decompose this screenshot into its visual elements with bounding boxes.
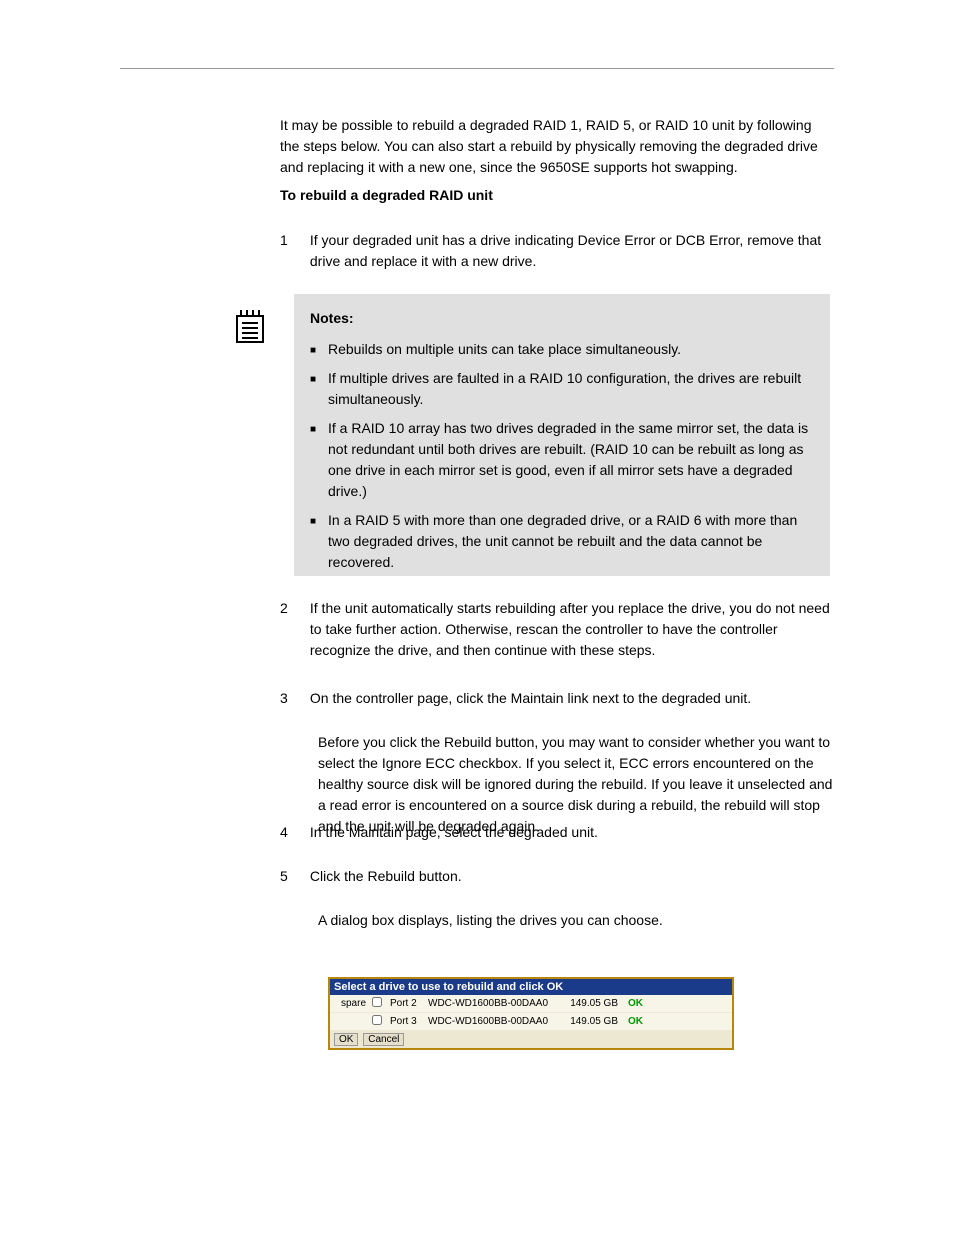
drive-port: Port 3 <box>384 1016 428 1027</box>
note-icon <box>234 308 266 344</box>
procedure-heading: To rebuild a degraded RAID unit <box>280 185 834 206</box>
drive-row: Port 3 WDC-WD1600BB-00DAA0 149.05 GB OK <box>330 1013 732 1031</box>
step-3: 3 On the controller page, click the Main… <box>280 688 834 709</box>
step-text: If your degraded unit has a drive indica… <box>310 230 834 272</box>
step-number: 4 <box>280 822 306 843</box>
step-number: 1 <box>280 230 306 251</box>
drive-size: 149.05 GB <box>568 1016 628 1027</box>
step-text: Click the Rebuild button. <box>310 866 834 887</box>
dialog-title: Select a drive to use to rebuild and cli… <box>330 979 732 995</box>
step-5: 5 Click the Rebuild button. <box>280 866 834 887</box>
ok-button[interactable]: OK <box>334 1033 358 1046</box>
note-bullet-1: Rebuilds on multiple units can take plac… <box>310 339 814 360</box>
rebuild-drive-dialog: Select a drive to use to rebuild and cli… <box>328 977 734 1050</box>
spare-label: spare <box>336 998 370 1009</box>
drive-status: OK <box>628 1016 668 1027</box>
drive-port: Port 2 <box>384 998 428 1009</box>
note-bullet-2: If multiple drives are faulted in a RAID… <box>310 368 814 410</box>
drive-checkbox[interactable] <box>370 1015 384 1028</box>
step-text: If the unit automatically starts rebuild… <box>310 598 834 661</box>
note-box: Notes: Rebuilds on multiple units can ta… <box>294 294 830 576</box>
step-4: 4 In the Maintain page, select the degra… <box>280 822 834 843</box>
drive-model: WDC-WD1600BB-00DAA0 <box>428 998 568 1009</box>
note-lead: Notes: <box>310 310 354 326</box>
dialog-lead-paragraph: A dialog box displays, listing the drive… <box>318 910 834 931</box>
note-bullet-3: If a RAID 10 array has two drives degrad… <box>310 418 814 502</box>
drive-checkbox[interactable] <box>370 997 384 1010</box>
step-text: On the controller page, click the Mainta… <box>310 688 834 709</box>
drive-size: 149.05 GB <box>568 998 628 1009</box>
dialog-buttons: OK Cancel <box>330 1031 732 1048</box>
note-bullet-4: In a RAID 5 with more than one degraded … <box>310 510 814 573</box>
drive-row: spare Port 2 WDC-WD1600BB-00DAA0 149.05 … <box>330 995 732 1013</box>
intro-paragraph: It may be possible to rebuild a degraded… <box>280 115 834 178</box>
drive-model: WDC-WD1600BB-00DAA0 <box>428 1016 568 1027</box>
step-number: 3 <box>280 688 306 709</box>
header-rule <box>120 68 834 69</box>
step-text: In the Maintain page, select the degrade… <box>310 822 834 843</box>
step-number: 2 <box>280 598 306 619</box>
cancel-button[interactable]: Cancel <box>363 1033 404 1046</box>
drive-status: OK <box>628 998 668 1009</box>
step-2: 2 If the unit automatically starts rebui… <box>280 598 834 661</box>
step-number: 5 <box>280 866 306 887</box>
step-1: 1 If your degraded unit has a drive indi… <box>280 230 834 272</box>
